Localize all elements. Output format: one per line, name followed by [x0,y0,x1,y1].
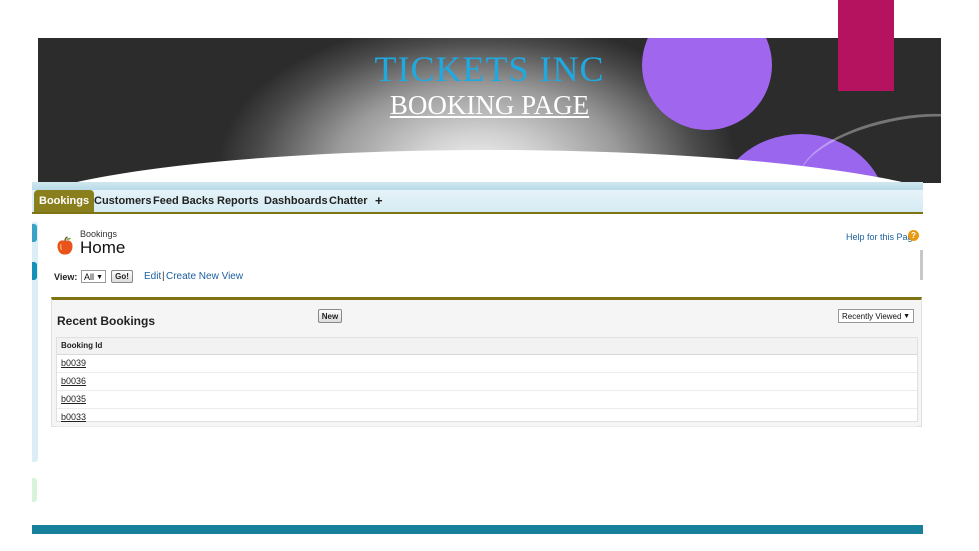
banner-subtitle: BOOKING PAGE [389,90,590,120]
footer-bar [32,525,923,534]
sidebar-toggle-handle[interactable] [32,478,37,502]
booking-link[interactable]: b0036 [61,376,86,386]
chevron-down-icon: ▼ [96,274,103,281]
table-row: b0039 [57,355,917,373]
tab-customers[interactable]: Customers [94,190,151,212]
recent-filter-value: Recently Viewed [842,312,902,321]
table-row: b0035 [57,391,917,409]
sidebar-toggle-handle[interactable] [32,262,37,280]
booking-link[interactable]: b0035 [61,394,86,404]
sidebar-rail [32,222,38,462]
create-new-view-link[interactable]: Create New View [166,271,243,282]
recent-bookings-panel: Recent Bookings New Recently Viewed ▼ Bo… [51,297,922,427]
booking-link[interactable]: b0033 [61,412,86,422]
go-button[interactable]: Go! [111,270,133,283]
accent-block [838,0,894,91]
column-header-booking-id: Booking Id [57,338,917,355]
table-row: b0033 [57,409,917,427]
apple-icon [57,236,73,255]
help-link[interactable]: Help for this Page [846,232,918,242]
help-icon[interactable]: ? [908,230,919,241]
booking-link[interactable]: b0039 [61,358,86,368]
banner-title: TICKETS INC [374,49,605,89]
table-row: b0036 [57,373,917,391]
tab-reports[interactable]: Reports [217,190,259,212]
tab-bookings[interactable]: Bookings [34,190,95,212]
view-select[interactable]: All ▼ [81,270,106,283]
recent-filter-select[interactable]: Recently Viewed ▼ [838,309,914,323]
panel-title: Recent Bookings [57,314,156,328]
new-button[interactable]: New [318,309,342,323]
link-separator: | [162,271,165,282]
view-select-value: All [84,272,95,282]
app-top-strip [32,182,923,190]
chevron-down-icon: ▼ [903,313,910,320]
scrollbar[interactable] [920,250,923,280]
tab-chatter[interactable]: Chatter [329,190,368,212]
add-tab-icon[interactable]: + [375,190,383,212]
sidebar-toggle-handle[interactable] [32,224,37,242]
tab-bar: Bookings Customers Feed Backs Reports Da… [32,190,923,214]
recent-bookings-table: Booking Id b0039 b0036 b0035 b0033 [56,337,918,427]
page-title: Home [80,238,126,257]
edit-view-link[interactable]: Edit [144,271,161,282]
header-banner: TICKETS INC BOOKING PAGE [38,38,941,183]
tab-dashboards[interactable]: Dashboards [264,190,328,212]
view-label: View: [54,272,78,282]
tab-feed-backs[interactable]: Feed Backs [153,190,214,212]
